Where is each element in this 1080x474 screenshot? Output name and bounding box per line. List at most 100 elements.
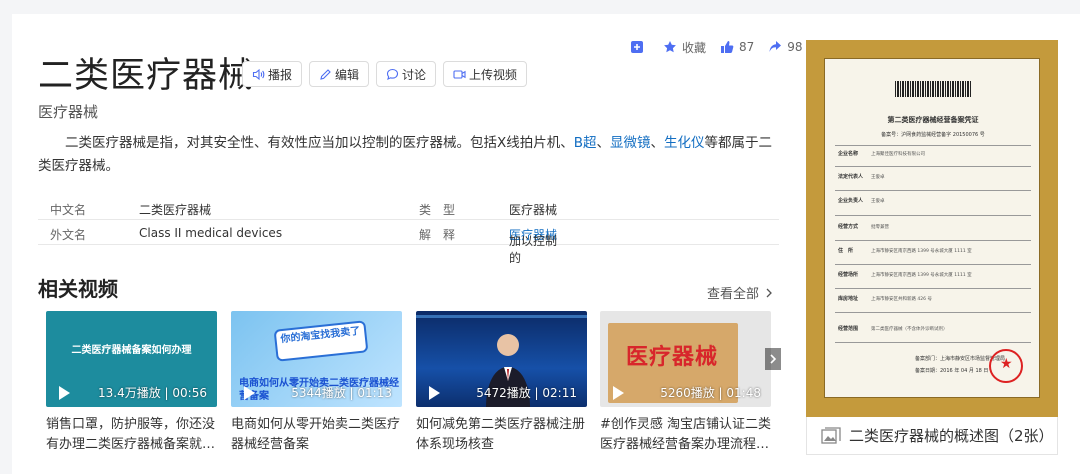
cert-label: 经营范围: [838, 326, 859, 332]
red-seal-icon: [989, 349, 1023, 383]
cert-value: 王俊卓: [871, 199, 885, 204]
cert-value: 上海市静安区共和新路 426 号: [871, 297, 932, 302]
chevron-right-icon: [770, 354, 777, 364]
speech-bubble-text: 你的淘宝找我卖了: [273, 320, 369, 362]
video-camera-icon: [453, 69, 466, 79]
video-thumbnail[interactable]: 你的淘宝找我卖了 电商如何从零开始卖二类医疗器械经营备案 5344播放 | 01…: [231, 311, 402, 407]
share-icon: [769, 41, 782, 52]
play-audio-button[interactable]: 播报: [242, 61, 303, 87]
cert-footer-date: 备案日期：2016 年 04 月 18 日: [915, 368, 989, 374]
cert-value: 批零兼营: [871, 225, 889, 230]
like-button[interactable]: 87: [720, 40, 754, 54]
video-meta: 5260播放 | 01:48: [660, 386, 761, 400]
cert-label: 企业负责人: [838, 198, 864, 204]
video-meta: 5472播放 | 02:11: [476, 386, 577, 400]
cert-label: 经营场所: [838, 272, 859, 278]
info-key-foreign-name: 外文名: [50, 228, 87, 242]
image-caption[interactable]: 二类医疗器械的概述图（2张）: [806, 417, 1058, 455]
summary-text-1: 二类医疗器械是指，对其安全性、有效性应当加以控制的医疗器械。包括X线拍片机、: [65, 135, 574, 151]
info-key-chinese-name: 中文名: [50, 203, 87, 217]
row-divider: [835, 240, 1031, 241]
link-b-ultrasound[interactable]: B超: [574, 135, 597, 151]
top-actions: 收藏 87 98: [630, 38, 817, 56]
video-thumbnail[interactable]: 医疗器械 5260播放 | 01:48: [600, 311, 771, 407]
carousel-next-button[interactable]: [765, 348, 781, 370]
see-all-link[interactable]: 查看全部: [707, 283, 775, 302]
link-microscope[interactable]: 显微镜: [610, 135, 651, 151]
page-title: 二类医疗器械: [38, 56, 255, 96]
edit-button[interactable]: 编辑: [309, 61, 370, 87]
share-count: 98: [787, 40, 803, 54]
row-divider: [835, 145, 1031, 146]
info-row-1: 中文名 二类医疗器械 类 型 医疗器械: [38, 195, 779, 220]
video-card[interactable]: 医疗器械 5260播放 | 01:48 #创作灵感 淘宝店铺认证二类医疗器械经营…: [600, 311, 771, 455]
play-icon: [59, 386, 70, 400]
video-caption[interactable]: 销售口罩，防护服等，你还没有办理二类医疗器械备案就…: [46, 415, 222, 455]
video-caption[interactable]: #创作灵感 淘宝店铺认证二类医疗器械经营备案办理流程…: [600, 415, 776, 455]
info-key-explanation: 解 释: [419, 228, 456, 242]
row-divider: [835, 264, 1031, 265]
row-divider: [835, 342, 1031, 343]
info-value-explanation: 加以控制的 医疗器械: [509, 226, 557, 265]
info-key-type: 类 型: [419, 203, 456, 217]
play-icon: [429, 386, 440, 400]
star-icon: [664, 41, 676, 53]
info-explanation-prefix: 加以控制的: [509, 234, 558, 265]
chevron-right-icon: [766, 288, 772, 297]
related-videos-title: 相关视频: [38, 277, 118, 301]
cert-value: 上海市静安区南京西路 1399 号永城大厦 1111 室: [871, 249, 972, 254]
video-thumbnail[interactable]: 二类医疗器械备案如何办理 13.4万播放 | 00:56: [46, 311, 217, 407]
collect-button[interactable]: 收藏: [663, 39, 706, 56]
cert-value: 上海聚佳医疗科技有限公司: [871, 152, 925, 157]
certificate-document: 第二类医疗器械经营备案凭证 备案号：沪网食药监械经营备字 20150076 号 …: [824, 58, 1040, 398]
see-all-label: 查看全部: [707, 287, 760, 302]
row-divider: [835, 166, 1031, 167]
info-value-type: 医疗器械: [509, 203, 558, 217]
play-icon: [244, 386, 255, 400]
video-caption[interactable]: 电商如何从零开始卖二类医疗器械经营备案: [231, 415, 407, 455]
row-divider: [835, 312, 1031, 313]
cert-label: 企业名称: [838, 151, 859, 157]
info-row-2: 外文名 Class II medical devices 解 释 加以控制的 医疗…: [38, 220, 779, 265]
upload-video-label: 上传视频: [469, 67, 518, 82]
play-audio-label: 播报: [268, 67, 293, 82]
link-biochemical-analyzer[interactable]: 生化仪: [664, 135, 705, 151]
overview-image[interactable]: 第二类医疗器械经营备案凭证 备案号：沪网食药监械经营备字 20150076 号 …: [806, 40, 1058, 417]
row-divider: [835, 190, 1031, 191]
collect-label: 收藏: [682, 40, 707, 55]
cert-value: 王俊卓: [871, 175, 885, 180]
info-value-foreign-name: Class II medical devices: [139, 226, 283, 240]
video-caption[interactable]: 如何减免第二类医疗器械注册体系现场核查: [416, 415, 592, 455]
discuss-button[interactable]: 讨论: [376, 61, 437, 87]
video-thumbnail[interactable]: 5472播放 | 02:11: [416, 311, 587, 407]
pencil-icon: [320, 68, 331, 80]
cert-label: 法定代表人: [838, 174, 864, 180]
discuss-label: 讨论: [402, 67, 427, 82]
thumb-up-icon: [721, 41, 734, 53]
add-button[interactable]: [630, 40, 649, 54]
image-caption-text: 二类医疗器械的概述图（2张）: [849, 427, 1054, 445]
cert-label: 经营方式: [838, 224, 859, 230]
cert-value: 第二类医疗器械（不含体外诊断试剂）: [871, 327, 948, 332]
share-button[interactable]: 98: [768, 40, 803, 54]
chat-bubble-icon: [386, 68, 399, 80]
upload-video-button[interactable]: 上传视频: [443, 61, 528, 87]
edit-label: 编辑: [335, 67, 360, 82]
speaker-icon: [252, 68, 265, 80]
video-card[interactable]: 5472播放 | 02:11 如何减免第二类医疗器械注册体系现场核查: [416, 311, 587, 455]
image-gallery-icon: [821, 426, 841, 444]
subtitle: 医疗器械: [38, 103, 99, 121]
row-divider: [835, 288, 1031, 289]
barcode-icon: [895, 81, 971, 97]
row-divider: [835, 215, 1031, 216]
certificate-title: 第二类医疗器械经营备案凭证: [887, 116, 979, 124]
video-meta: 5344播放 | 01:13: [291, 386, 392, 400]
video-card[interactable]: 你的淘宝找我卖了 电商如何从零开始卖二类医疗器械经营备案 5344播放 | 01…: [231, 311, 402, 455]
plus-square-icon: [631, 41, 643, 53]
video-meta: 13.4万播放 | 00:56: [98, 386, 207, 400]
cert-label: 住 所: [838, 248, 854, 254]
video-card[interactable]: 二类医疗器械备案如何办理 13.4万播放 | 00:56 销售口罩，防护服等，你…: [46, 311, 217, 455]
summary-paragraph: 二类医疗器械是指，对其安全性、有效性应当加以控制的医疗器械。包括X线拍片机、B超…: [38, 132, 780, 178]
thumbnail-text: 二类医疗器械备案如何办理: [71, 345, 192, 356]
info-value-chinese-name: 二类医疗器械: [139, 203, 212, 217]
